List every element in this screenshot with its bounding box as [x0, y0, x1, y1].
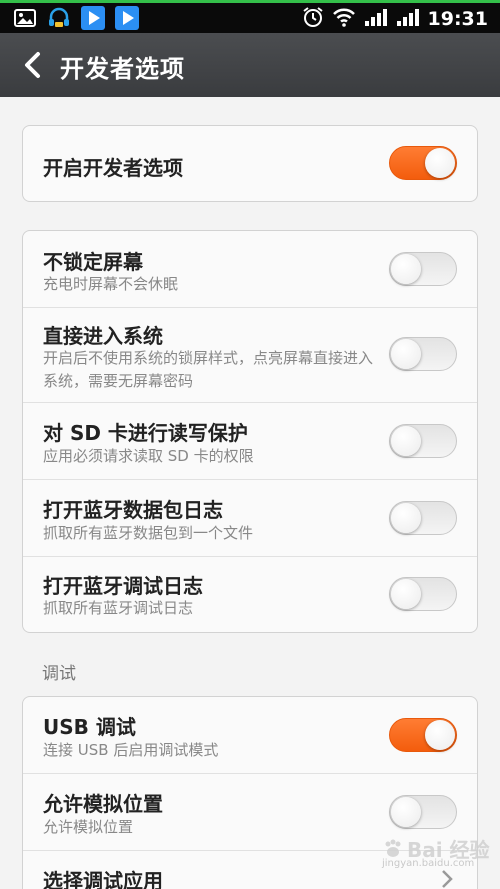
watermark-url: jingyan.baidu.com — [382, 858, 475, 869]
headset-icon — [46, 6, 72, 30]
setting-title: 对 SD 卡进行读写保护 — [43, 421, 248, 445]
bt-debug-log-toggle[interactable] — [389, 577, 457, 611]
master-toggle-label: 开启开发者选项 — [43, 156, 183, 180]
paw-icon — [385, 839, 401, 857]
section-header-debug: 调试 — [42, 664, 76, 684]
settings-card: 不锁定屏幕 充电时屏幕不会休眠 直接进入系统 开启后不使用系统的锁屏样式，点亮屏… — [22, 230, 478, 633]
toggle-knob — [391, 797, 421, 827]
setting-title: 直接进入系统 — [43, 324, 163, 348]
list-item[interactable]: 对 SD 卡进行读写保护 应用必须请求读取 SD 卡的权限 — [23, 403, 477, 480]
mock-location-toggle[interactable] — [389, 795, 457, 829]
sd-protect-toggle[interactable] — [389, 424, 457, 458]
status-bar: 19:31 — [0, 0, 500, 33]
toggle-knob — [425, 720, 455, 750]
picture-icon — [12, 6, 38, 30]
play-store-icon — [114, 6, 140, 30]
setting-title: 允许模拟位置 — [43, 792, 163, 816]
wifi-icon — [332, 7, 356, 31]
usb-debugging-toggle[interactable] — [389, 718, 457, 752]
setting-subtitle: 充电时屏幕不会休眠 — [43, 275, 179, 293]
toggle-knob — [391, 426, 421, 456]
toggle-knob — [391, 579, 421, 609]
status-time: 19:31 — [427, 8, 488, 30]
setting-title: 选择调试应用 — [43, 869, 163, 889]
toggle-knob — [391, 503, 421, 533]
list-item[interactable]: USB 调试 连接 USB 后启用调试模式 — [23, 697, 477, 774]
developer-options-toggle[interactable] — [389, 146, 457, 180]
setting-subtitle: 抓取所有蓝牙调试日志 — [43, 599, 194, 617]
setting-subtitle: 抓取所有蓝牙数据包到一个文件 — [43, 524, 254, 542]
toggle-knob — [391, 254, 421, 284]
list-item[interactable]: 不锁定屏幕 充电时屏幕不会休眠 — [23, 231, 477, 308]
baidu-watermark: Bai 经验 jingyan.baidu.com — [382, 834, 490, 869]
title-bar: 开发者选项 — [0, 33, 500, 97]
play-store-icon — [80, 6, 106, 30]
signal-icon — [364, 7, 388, 31]
alarm-icon — [302, 6, 324, 32]
setting-title: 打开蓝牙调试日志 — [43, 574, 203, 598]
list-item[interactable]: 直接进入系统 开启后不使用系统的锁屏样式，点亮屏幕直接进入系统，需要无屏幕密码 — [23, 308, 477, 403]
setting-title: 不锁定屏幕 — [43, 250, 143, 274]
chevron-left-icon — [25, 52, 40, 78]
toggle-knob — [425, 148, 455, 178]
back-button[interactable] — [14, 47, 50, 83]
master-toggle-card: 开启开发者选项 — [22, 125, 478, 202]
setting-title: USB 调试 — [43, 715, 136, 739]
toggle-knob — [391, 339, 421, 369]
setting-subtitle: 开启后不使用系统的锁屏样式，点亮屏幕直接进入系统，需要无屏幕密码 — [43, 349, 374, 390]
chevron-right-icon — [442, 870, 453, 888]
page-title: 开发者选项 — [60, 55, 185, 83]
stay-awake-toggle[interactable] — [389, 252, 457, 286]
setting-subtitle: 连接 USB 后启用调试模式 — [43, 741, 219, 759]
setting-subtitle: 应用必须请求读取 SD 卡的权限 — [43, 447, 254, 465]
signal-icon — [396, 7, 420, 31]
master-toggle-row[interactable]: 开启开发者选项 — [23, 126, 477, 201]
direct-enter-system-toggle[interactable] — [389, 337, 457, 371]
list-item[interactable]: 打开蓝牙数据包日志 抓取所有蓝牙数据包到一个文件 — [23, 480, 477, 557]
bt-snoop-log-toggle[interactable] — [389, 501, 457, 535]
setting-subtitle: 允许模拟位置 — [43, 818, 134, 836]
setting-title: 打开蓝牙数据包日志 — [43, 498, 223, 522]
list-item[interactable]: 打开蓝牙调试日志 抓取所有蓝牙调试日志 — [23, 557, 477, 632]
